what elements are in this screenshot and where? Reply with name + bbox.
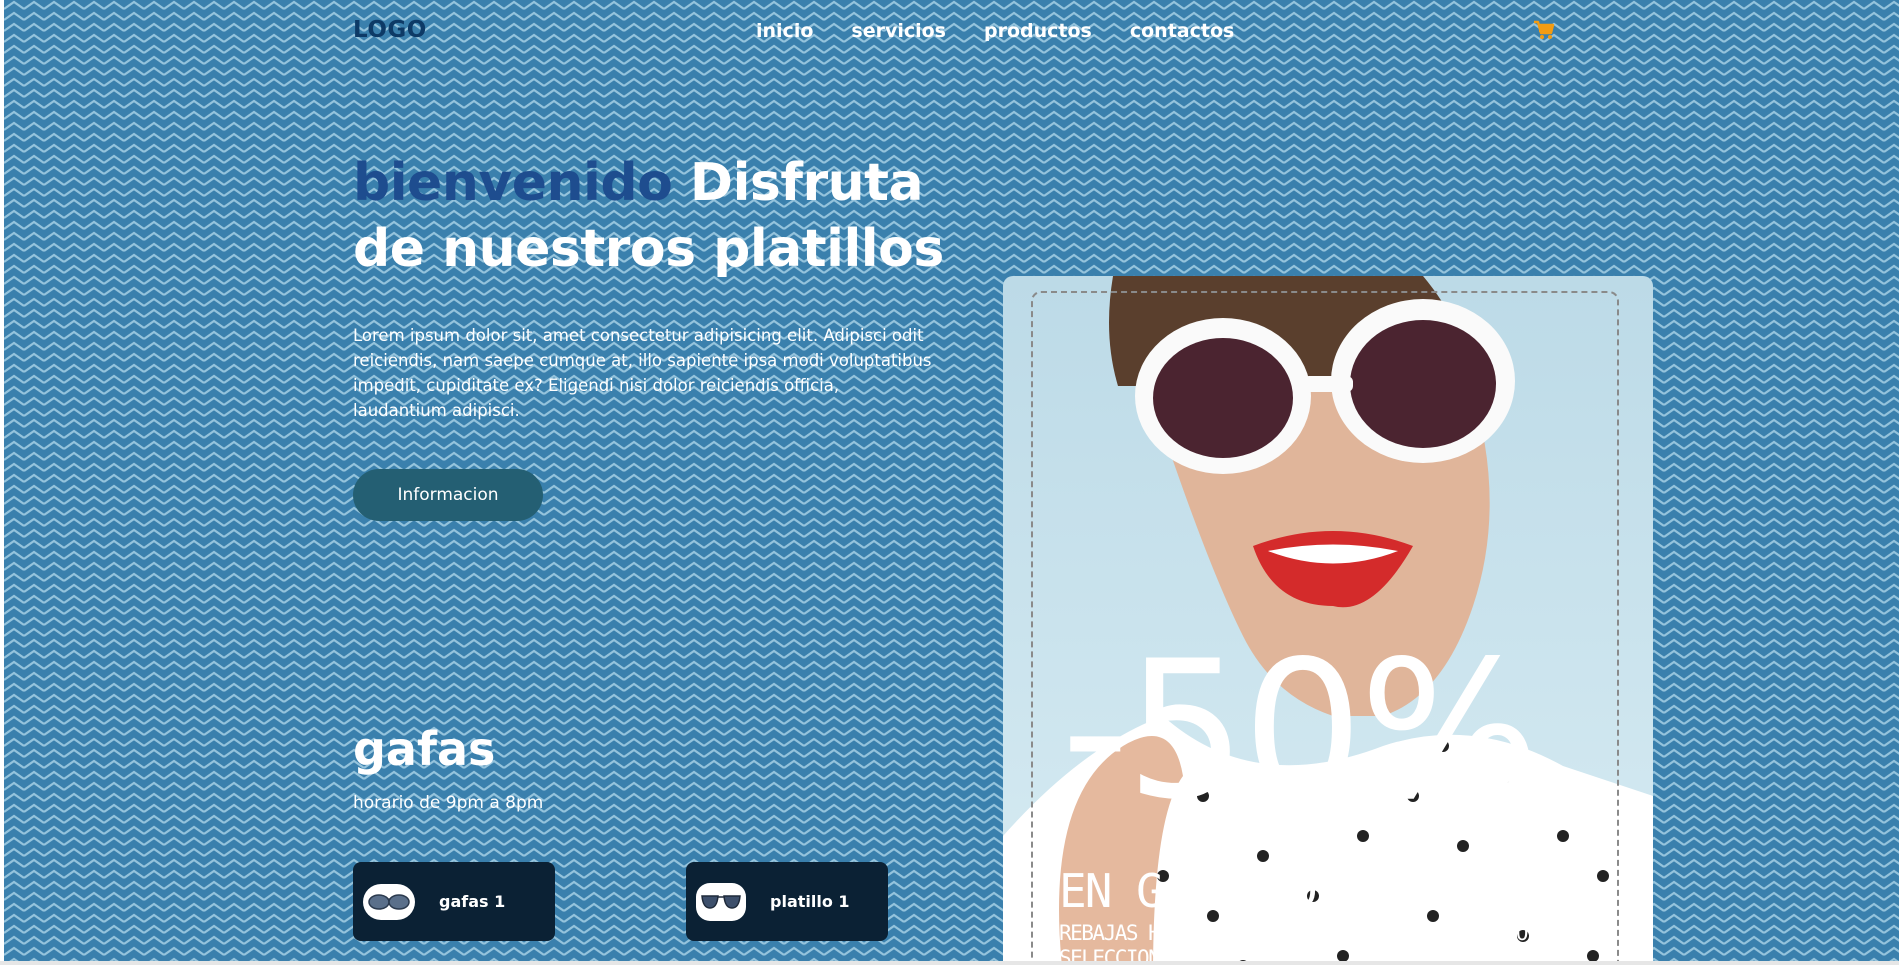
main-nav: inicio servicios productos contactos bbox=[756, 20, 1234, 42]
hero-description: Lorem ipsum dolor sit, amet consectetur … bbox=[353, 326, 932, 420]
opening-hours: horario de 9pm a 8pm bbox=[353, 793, 544, 813]
cart-icon[interactable] bbox=[1533, 19, 1555, 41]
nav-servicios[interactable]: servicios bbox=[851, 20, 946, 42]
sunglasses-icon bbox=[696, 882, 746, 921]
card-label: gafas 1 bbox=[439, 892, 506, 911]
card-label: platillo 1 bbox=[770, 892, 850, 911]
page-bottom-divider bbox=[0, 961, 1899, 965]
section-title: gafas bbox=[353, 722, 496, 776]
sunglasses-icon bbox=[363, 883, 415, 920]
promo-subtext: REBAJAS HASTA 50% DESCUENTO EN GAFAS DE … bbox=[1059, 921, 1540, 961]
hero-title: bienvenido Disfruta de nuestros platillo… bbox=[353, 150, 973, 282]
nav-contactos[interactable]: contactos bbox=[1130, 20, 1234, 42]
hero-title-accent: bienvenido bbox=[353, 153, 673, 213]
promo-discount: -50% bbox=[1061, 620, 1540, 841]
info-button[interactable]: Informacion bbox=[353, 469, 543, 521]
product-card-platillo-1[interactable]: platillo 1 bbox=[686, 862, 888, 941]
product-card-gafas-1[interactable]: gafas 1 bbox=[353, 862, 555, 941]
page-background: LOGO inicio servicios productos contacto… bbox=[4, 0, 1899, 961]
promo-headline: EN GAFAS DE SOL bbox=[1059, 864, 1446, 918]
promo-banner[interactable]: -50% EN GAFAS DE SOL REBAJAS HASTA 50% D… bbox=[1003, 276, 1653, 961]
nav-productos[interactable]: productos bbox=[984, 20, 1092, 42]
logo[interactable]: LOGO bbox=[353, 17, 427, 43]
nav-inicio[interactable]: inicio bbox=[756, 20, 813, 42]
